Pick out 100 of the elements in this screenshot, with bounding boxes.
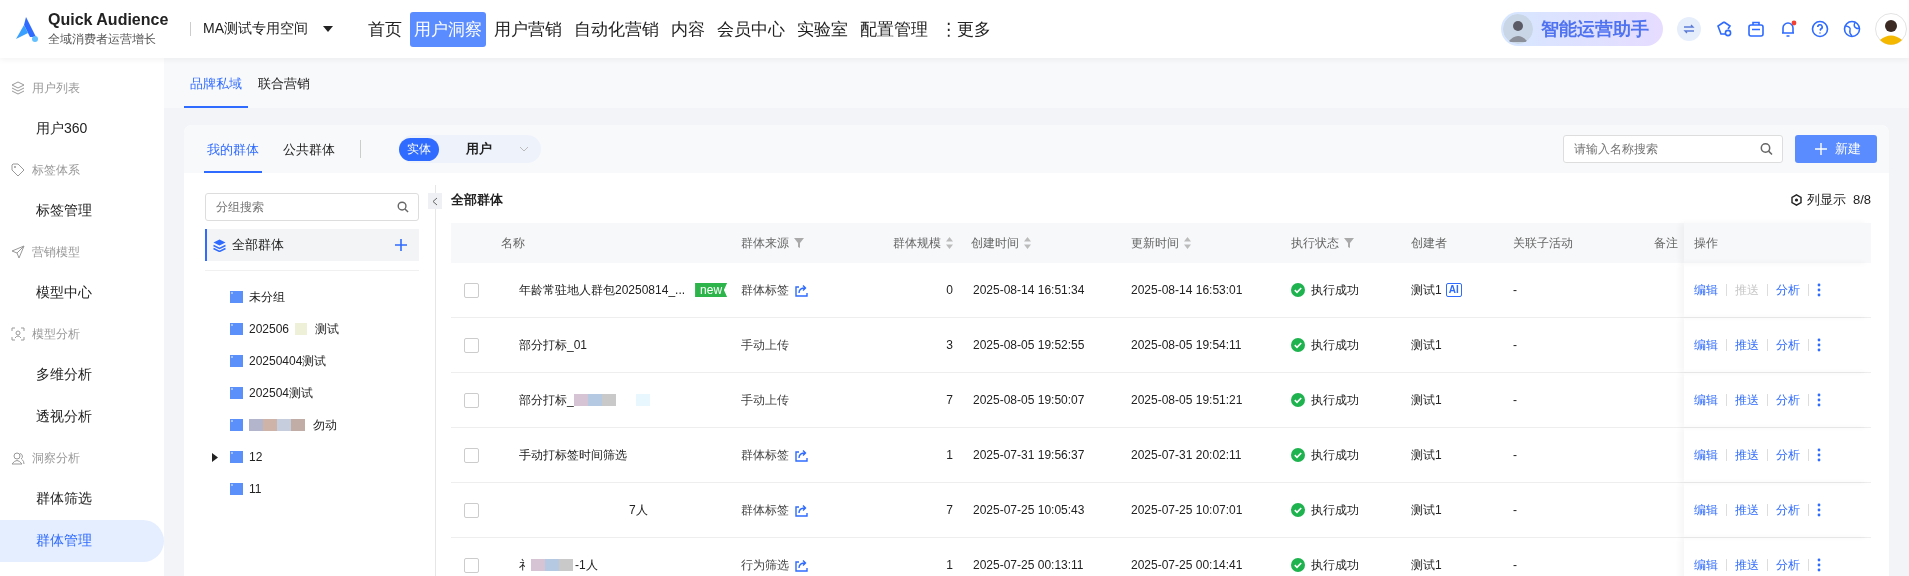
group-name[interactable]: -1人 bbox=[575, 556, 598, 574]
sidebar-section-title: 营销模型 bbox=[32, 243, 80, 261]
action-link[interactable]: 推送 bbox=[1735, 391, 1759, 409]
product-tagline: 全域消费者运营增长 bbox=[48, 30, 157, 48]
share-icon[interactable] bbox=[795, 283, 808, 297]
action-link[interactable]: 推送 bbox=[1735, 556, 1759, 574]
sidebar-item[interactable]: 标签管理 bbox=[0, 190, 164, 232]
sub-tab[interactable]: 品牌私域 bbox=[184, 58, 248, 108]
globe-icon[interactable] bbox=[1843, 20, 1861, 38]
tree-item[interactable]: 20250404测试 bbox=[249, 352, 327, 370]
action-link[interactable]: 编辑 bbox=[1694, 391, 1718, 409]
action-link[interactable]: 推送 bbox=[1735, 446, 1759, 464]
tree-item[interactable]: 11 bbox=[249, 482, 262, 496]
column-display-button[interactable]: 列显示 8/8 bbox=[1790, 191, 1871, 209]
workspace-selector[interactable]: MA测试专用空间 bbox=[203, 20, 334, 38]
action-link[interactable]: 分析 bbox=[1776, 556, 1800, 574]
scan-icon bbox=[11, 327, 25, 341]
column-header: 群体规模 bbox=[893, 234, 941, 252]
group-name[interactable]: 部分打标_01 bbox=[519, 336, 588, 354]
row-checkbox[interactable] bbox=[463, 337, 479, 353]
help-icon[interactable] bbox=[1811, 20, 1829, 38]
size-value: 0 bbox=[946, 283, 953, 297]
more-icon[interactable] bbox=[1817, 503, 1821, 517]
nav-tab[interactable]: 用户营销 bbox=[490, 11, 566, 47]
created-time: 2025-07-25 00:13:11 bbox=[973, 558, 1084, 572]
action-link[interactable]: 分析 bbox=[1776, 501, 1800, 519]
entity-selector[interactable]: 实体 用户 bbox=[399, 135, 541, 163]
layers-icon bbox=[213, 238, 226, 252]
swap-icon[interactable] bbox=[1677, 17, 1701, 41]
group-tab[interactable]: 我的群体 bbox=[204, 125, 262, 173]
nav-tab[interactable]: 内容 bbox=[667, 11, 709, 47]
group-name[interactable]: 7人 bbox=[629, 501, 648, 519]
action-link[interactable]: 编辑 bbox=[1694, 336, 1718, 354]
row-checkbox[interactable] bbox=[463, 447, 479, 463]
sidebar-item[interactable]: 群体管理 bbox=[0, 520, 164, 562]
tree-item[interactable]: 12 bbox=[249, 450, 263, 464]
sub-tab[interactable]: 联合营销 bbox=[252, 58, 316, 108]
action-link[interactable]: 编辑 bbox=[1694, 501, 1718, 519]
sidebar-item[interactable]: 群体筛选 bbox=[0, 478, 164, 520]
activity-value: - bbox=[1513, 448, 1517, 462]
collapse-button[interactable] bbox=[428, 193, 442, 209]
tree-item[interactable]: 测试 bbox=[315, 320, 340, 338]
action-link[interactable]: 分析 bbox=[1776, 391, 1800, 409]
action-link[interactable]: 分析 bbox=[1776, 336, 1800, 354]
action-link[interactable]: 分析 bbox=[1776, 446, 1800, 464]
source-text: 群体标签 bbox=[741, 281, 789, 299]
more-icon[interactable] bbox=[1817, 393, 1821, 407]
updated-time: 2025-07-25 00:14:41 bbox=[1131, 558, 1243, 572]
action-link[interactable]: 编辑 bbox=[1694, 556, 1718, 574]
group-name[interactable]: 部分打标_ bbox=[519, 391, 574, 409]
group-search-field[interactable]: 分组搜索 bbox=[205, 193, 419, 221]
sidebar-item[interactable]: 透视分析 bbox=[0, 396, 164, 438]
tree-item[interactable]: 202506 bbox=[249, 322, 290, 336]
row-checkbox[interactable] bbox=[463, 392, 479, 408]
group-name[interactable]: 礻 bbox=[519, 556, 531, 574]
sidebar-item[interactable]: 用户360 bbox=[0, 108, 164, 150]
sidebar-item[interactable]: 多维分析 bbox=[0, 354, 164, 396]
tree-item[interactable]: 未分组 bbox=[249, 288, 285, 306]
user-avatar[interactable] bbox=[1875, 13, 1907, 45]
share-icon[interactable] bbox=[795, 448, 808, 462]
nav-tab[interactable]: 会员中心 bbox=[713, 11, 789, 47]
group-name[interactable]: 年龄常驻地人群包20250814_... bbox=[519, 281, 686, 299]
avatar-icon bbox=[1503, 14, 1533, 44]
activity-value: - bbox=[1513, 393, 1517, 407]
action-link[interactable]: 编辑 bbox=[1694, 446, 1718, 464]
plus-icon bbox=[1815, 143, 1827, 155]
tree-item[interactable]: 202504测试 bbox=[249, 384, 314, 402]
add-icon[interactable] bbox=[395, 239, 407, 251]
shapes-icon[interactable] bbox=[1715, 20, 1733, 38]
tree-item[interactable]: 勿动 bbox=[313, 416, 337, 434]
nav-tab[interactable]: ⋮更多 bbox=[936, 11, 995, 47]
action-link[interactable]: 分析 bbox=[1776, 281, 1800, 299]
status-text: 执行成功 bbox=[1311, 391, 1359, 409]
group-tab[interactable]: 公共群体 bbox=[280, 125, 338, 173]
updated-time: 2025-08-05 19:54:11 bbox=[1131, 338, 1242, 352]
nav-tab[interactable]: 实验室 bbox=[793, 11, 852, 47]
sidebar-item[interactable]: 模型中心 bbox=[0, 272, 164, 314]
more-icon[interactable] bbox=[1817, 283, 1821, 297]
expand-caret-icon[interactable] bbox=[212, 452, 218, 462]
nav-tab[interactable]: 首页 bbox=[364, 11, 406, 47]
briefcase-icon[interactable] bbox=[1747, 20, 1765, 38]
nav-tab[interactable]: 自动化营销 bbox=[570, 11, 663, 47]
row-checkbox[interactable] bbox=[463, 282, 479, 298]
share-icon[interactable] bbox=[795, 503, 808, 517]
more-icon[interactable] bbox=[1817, 448, 1821, 462]
notification-icon[interactable] bbox=[1779, 20, 1797, 38]
action-link[interactable]: 推送 bbox=[1735, 336, 1759, 354]
search-field[interactable]: 请输入名称搜索 bbox=[1563, 135, 1783, 163]
more-icon[interactable] bbox=[1817, 338, 1821, 352]
size-value: 3 bbox=[946, 338, 953, 352]
more-icon[interactable] bbox=[1817, 558, 1821, 572]
action-link[interactable]: 编辑 bbox=[1694, 281, 1718, 299]
row-checkbox[interactable] bbox=[463, 557, 479, 573]
row-checkbox[interactable] bbox=[463, 502, 479, 518]
folder-icon bbox=[230, 291, 243, 303]
group-name[interactable]: 手动打标签时间筛选 bbox=[519, 446, 627, 464]
tree-root-item[interactable]: 全部群体 bbox=[205, 229, 419, 261]
share-icon[interactable] bbox=[795, 558, 808, 572]
nav-tab[interactable]: 配置管理 bbox=[856, 11, 932, 47]
action-link[interactable]: 推送 bbox=[1735, 501, 1759, 519]
